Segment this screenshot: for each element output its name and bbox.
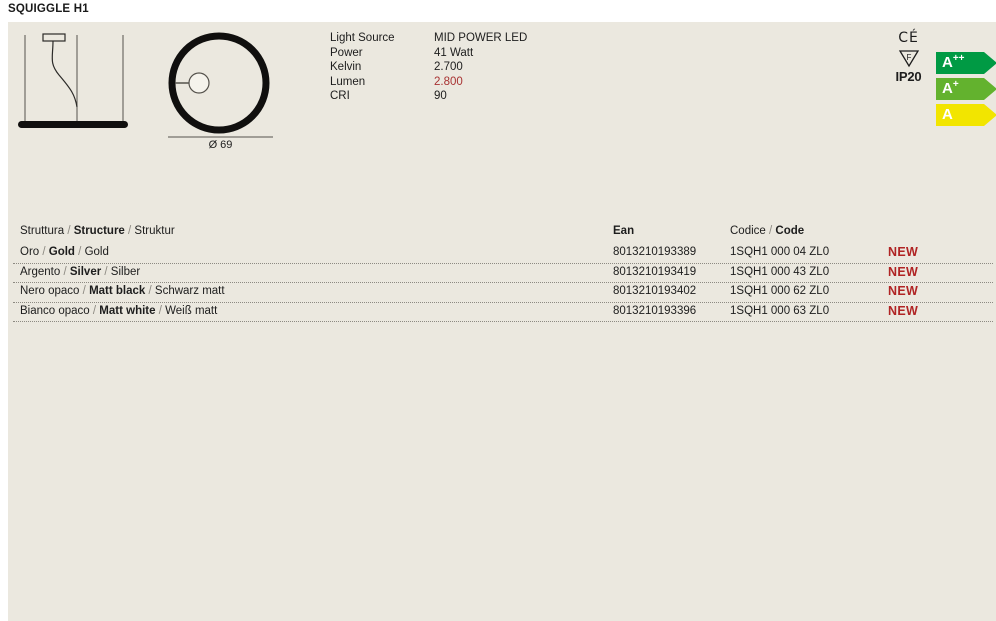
status-badge: NEW	[888, 284, 919, 298]
cell-ean: 8013210193419	[613, 265, 697, 278]
spec-row-power: Power 41 Watt	[330, 46, 527, 61]
finish-it: Nero opaco	[20, 285, 80, 297]
header-structure-en: Structure	[73, 225, 125, 237]
cell-code: 1SQH1 000 04 ZL0	[730, 246, 830, 258]
cell-finish: Argento / Silver / Silber	[20, 266, 140, 278]
header-structure-it: Struttura	[20, 225, 65, 237]
spec-value: 41 Watt	[434, 46, 474, 59]
diameter-dimension-label: Ø 69	[208, 139, 233, 151]
cell-finish: Oro / Gold / Gold	[20, 246, 109, 258]
cell-ean: 8013210193402	[613, 285, 697, 297]
header-code-it: Codice	[730, 225, 766, 237]
status-badge: NEW	[888, 303, 919, 318]
page-titlebar: SQUIGGLE H1	[0, 0, 996, 22]
cell-ean: 8013210193389	[613, 246, 697, 258]
cell-code: 1SQH1 000 63 ZL0	[730, 304, 830, 317]
spec-row-kelvin: Kelvin 2.700	[330, 60, 527, 75]
spec-value: 2.700	[434, 61, 463, 73]
finish-it: Oro	[20, 246, 40, 258]
finish-en: Silver	[69, 265, 102, 278]
energy-label-group: A++ A+ A	[936, 52, 996, 130]
spec-value: 90	[434, 90, 447, 102]
column-header-structure: Struttura / Structure / Struktur	[20, 225, 175, 237]
table-row[interactable]: Bianco opaco / Matt white / Weiß matt 80…	[13, 303, 993, 322]
cell-finish: Nero opaco / Matt black / Schwarz matt	[20, 285, 225, 297]
table-row[interactable]: Oro / Gold / Gold 8013210193389 1SQH1 00…	[13, 244, 993, 264]
spec-value: 2.800	[434, 75, 463, 88]
mounting-surface-f-mark-icon: F	[898, 49, 920, 68]
cell-code: 1SQH1 000 43 ZL0	[730, 265, 830, 278]
column-header-ean: Ean	[613, 225, 635, 237]
header-structure-de: Struktur	[134, 225, 175, 237]
table-row[interactable]: Argento / Silver / Silber 8013210193419 …	[13, 264, 993, 283]
spec-row-light-source: Light Source MID POWER LED	[330, 31, 527, 46]
top-plan-drawing: Ø 69	[153, 27, 288, 172]
cell-code: 1SQH1 000 62 ZL0	[730, 285, 830, 297]
spec-label: Lumen	[330, 75, 366, 88]
finish-en: Gold	[48, 246, 75, 258]
variants-table: Struttura / Structure / Struktur Ean Cod…	[13, 222, 993, 322]
finish-it: Bianco opaco	[20, 304, 90, 317]
finish-en: Matt black	[89, 285, 146, 297]
ip-rating-label: IP20	[895, 69, 922, 84]
finish-it: Argento	[20, 265, 61, 278]
cell-finish: Bianco opaco / Matt white / Weiß matt	[20, 305, 217, 317]
energy-label-text: A++	[942, 53, 965, 72]
spec-label: Kelvin	[330, 61, 362, 73]
certification-marks: CÉ F IP20	[886, 30, 931, 85]
ce-mark-icon: CÉ	[898, 30, 919, 46]
svg-text:F: F	[906, 53, 911, 62]
spec-row-cri: CRI 90	[330, 89, 527, 104]
finish-de: Gold	[84, 246, 109, 258]
product-sheet: Ø 69 Light Source MID POWER LED Power 41…	[8, 22, 996, 621]
finish-en: Matt white	[99, 304, 156, 317]
energy-label-a-plus-plus: A++	[936, 52, 996, 74]
header-code-en: Code	[775, 225, 805, 237]
spec-value: MID POWER LED	[434, 32, 528, 44]
energy-label-text: A+	[942, 79, 959, 98]
status-badge: NEW	[888, 245, 919, 259]
energy-label-a: A	[936, 104, 996, 126]
column-header-code: Codice / Code	[730, 225, 804, 237]
status-badge: NEW	[888, 264, 919, 279]
energy-label-a-plus: A+	[936, 78, 996, 100]
page-title: SQUIGGLE H1	[8, 3, 89, 15]
specifications-list: Light Source MID POWER LED Power 41 Watt…	[330, 31, 527, 104]
table-header-row: Struttura / Structure / Struktur Ean Cod…	[13, 222, 993, 244]
finish-de: Schwarz matt	[154, 285, 225, 297]
finish-de: Silber	[110, 265, 141, 278]
spec-row-lumen: Lumen 2.800	[330, 75, 527, 90]
spec-label: CRI	[330, 90, 350, 102]
finish-de: Weiß matt	[165, 304, 218, 317]
spec-label: Light Source	[330, 32, 395, 44]
table-row[interactable]: Nero opaco / Matt black / Schwarz matt 8…	[13, 283, 993, 303]
cell-ean: 8013210193396	[613, 304, 697, 317]
catalog-page: SQUIGGLE H1 Ø 69 Light Source MID POWER …	[0, 0, 996, 621]
spec-label: Power	[330, 46, 363, 59]
energy-label-text: A	[942, 106, 953, 123]
side-elevation-drawing	[13, 27, 153, 147]
